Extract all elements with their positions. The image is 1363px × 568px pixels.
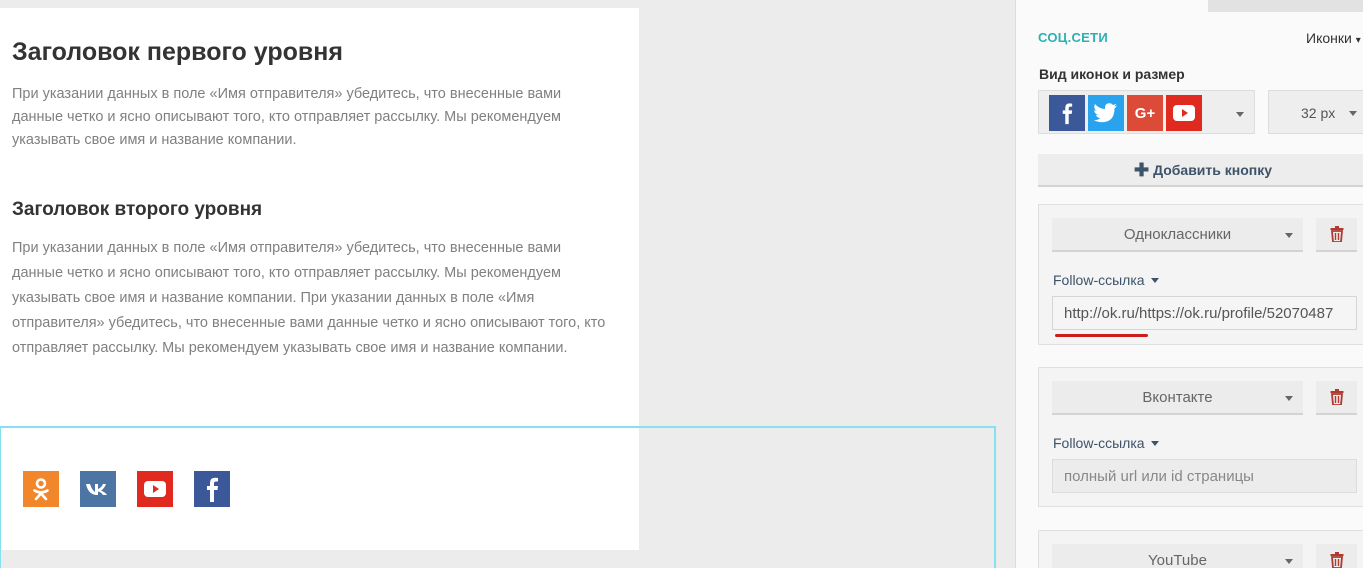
heading-level-1[interactable]: Заголовок первого уровня: [12, 38, 343, 67]
network-select-value: Одноклассники: [1123, 225, 1232, 243]
chevron-down-icon: [1236, 112, 1244, 117]
plus-icon: ✚: [1133, 159, 1150, 180]
trash-icon: [1330, 226, 1343, 242]
annotation-underline: [1055, 334, 1148, 337]
facebook-icon[interactable]: [194, 471, 230, 507]
icon-size-value: 32 px: [1301, 105, 1336, 121]
facebook-icon: [1049, 95, 1085, 131]
section-title: СОЦ.СЕТИ: [1038, 30, 1109, 45]
follow-link-toggle[interactable]: Follow-ссылка: [1053, 435, 1159, 451]
social-icons-row: [23, 471, 230, 507]
icons-label: Вид иконок и размер: [1039, 66, 1185, 82]
odnoklassniki-icon[interactable]: [23, 471, 59, 507]
social-link-card: Вконтакте Follow-ссылка: [1038, 367, 1363, 507]
chevron-down-icon: [1285, 396, 1293, 401]
social-link-card: Одноклассники Follow-ссылка: [1038, 204, 1363, 345]
network-select[interactable]: YouTube: [1052, 544, 1303, 568]
network-select[interactable]: Вконтакте: [1052, 381, 1303, 415]
mode-label: Иконки: [1306, 30, 1352, 46]
url-input[interactable]: [1052, 459, 1357, 493]
vkontakte-icon[interactable]: [80, 471, 116, 507]
follow-link-label: Follow-ссылка: [1053, 435, 1145, 451]
settings-panel: СОЦ.СЕТИ Иконки ▾ Вид иконок и размер G+…: [1015, 0, 1363, 568]
social-link-card: YouTube: [1038, 530, 1363, 568]
youtube-icon[interactable]: [137, 471, 173, 507]
network-select-value: Вконтакте: [1142, 388, 1213, 406]
delete-button[interactable]: [1316, 218, 1357, 252]
twitter-icon: [1088, 95, 1124, 131]
heading-level-2[interactable]: Заголовок второго уровня: [12, 199, 262, 221]
mode-dropdown[interactable]: Иконки ▾: [1306, 30, 1361, 46]
chevron-down-icon: [1150, 440, 1159, 446]
delete-button[interactable]: [1316, 381, 1357, 415]
network-select-value: YouTube: [1148, 551, 1207, 568]
panel-tab-strip: [1208, 0, 1363, 12]
paragraph-1[interactable]: При указании данных в поле «Имя отправит…: [12, 83, 612, 152]
paragraph-2[interactable]: При указании данных в поле «Имя отправит…: [12, 236, 612, 361]
icon-size-select[interactable]: 32 px: [1268, 90, 1363, 134]
follow-link-label: Follow-ссылка: [1053, 272, 1145, 288]
delete-button[interactable]: [1316, 544, 1357, 568]
trash-icon: [1330, 389, 1343, 405]
trash-icon: [1330, 552, 1343, 568]
chevron-down-icon: [1349, 111, 1357, 116]
youtube-icon: [1166, 95, 1202, 131]
chevron-down-icon: [1285, 233, 1293, 238]
url-input[interactable]: [1052, 296, 1357, 330]
chevron-down-icon: [1285, 559, 1293, 564]
add-button[interactable]: ✚ Добавить кнопку: [1038, 154, 1363, 187]
google-plus-icon: G+: [1127, 95, 1163, 131]
icon-style-select[interactable]: G+: [1038, 90, 1255, 134]
chevron-down-icon: ▾: [1355, 35, 1361, 46]
network-select[interactable]: Одноклассники: [1052, 218, 1303, 252]
chevron-down-icon: [1150, 277, 1159, 283]
add-button-label: Добавить кнопку: [1153, 161, 1273, 178]
follow-link-toggle[interactable]: Follow-ссылка: [1053, 272, 1159, 288]
